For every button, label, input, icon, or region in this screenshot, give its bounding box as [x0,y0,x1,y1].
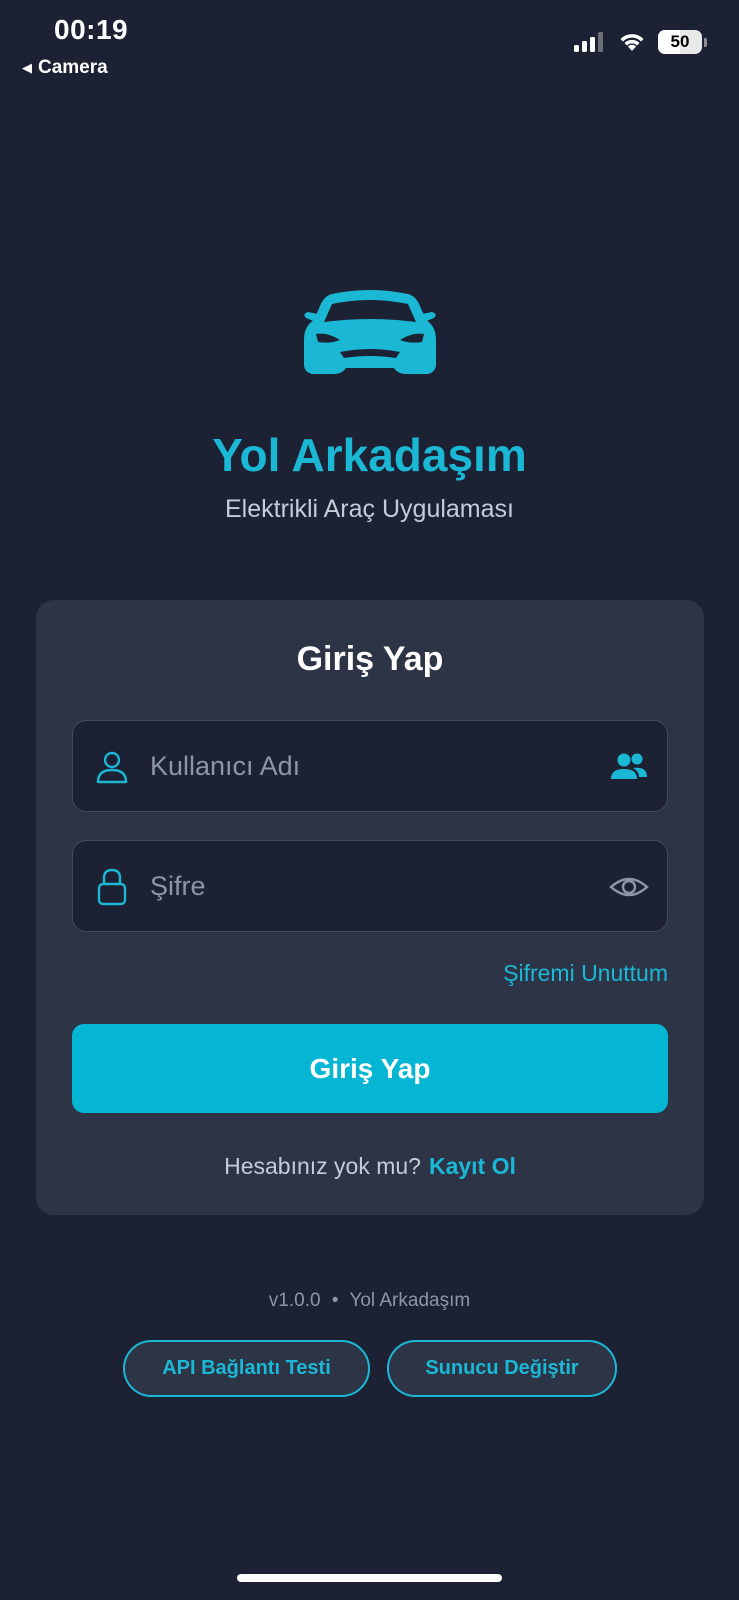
login-button[interactable]: Giriş Yap [72,1024,668,1113]
users-icon[interactable] [609,749,649,785]
password-placeholder: Şifre [150,871,206,901]
username-placeholder: Kullanıcı Adı [150,751,301,781]
wifi-icon [620,34,644,51]
battery-indicator: 50 [658,30,707,54]
login-title: Giriş Yap [296,640,444,678]
version-number: v1.0.0 [268,1290,321,1311]
login-screen: 00:19 ◀ Camera 50 Yol Arkadaşım Elektrik… [0,0,739,1600]
back-app-label: Camera [38,57,108,78]
back-triangle-icon: ◀ [22,60,32,75]
back-to-camera-link[interactable]: ◀ Camera [22,57,108,79]
status-indicators: 50 [574,30,707,54]
change-server-button[interactable]: Sunucu Değiştir [387,1340,617,1397]
login-card: Giriş Yap Kullanıcı Adı Şifre Şifremi Un… [36,600,704,1215]
app-title: Yol Arkadaşım [212,429,527,481]
battery-level: 50 [670,32,690,51]
register-prompt: Hesabınız yok mu? [224,1153,421,1179]
home-indicator[interactable] [237,1574,502,1582]
user-icon [96,751,128,784]
version-separator: • [331,1290,339,1311]
api-test-button[interactable]: API Bağlantı Testi [123,1340,370,1397]
password-field[interactable]: Şifre [72,840,668,932]
register-row: Hesabınız yok mu? Kayıt Ol [36,1153,704,1180]
cellular-signal-icon [574,32,603,52]
status-time: 00:19 [54,14,129,45]
car-icon [304,290,436,374]
lock-icon [97,868,127,906]
version-info: v1.0.0 • Yol Arkadaşım [0,1290,739,1312]
eye-icon[interactable] [609,869,649,905]
register-link[interactable]: Kayıt Ol [429,1153,516,1179]
app-subtitle: Elektrikli Araç Uygulaması [225,495,514,523]
version-app-name: Yol Arkadaşım [349,1290,471,1311]
forgot-password-link[interactable]: Şifremi Unuttum [503,960,668,987]
username-field[interactable]: Kullanıcı Adı [72,720,668,812]
